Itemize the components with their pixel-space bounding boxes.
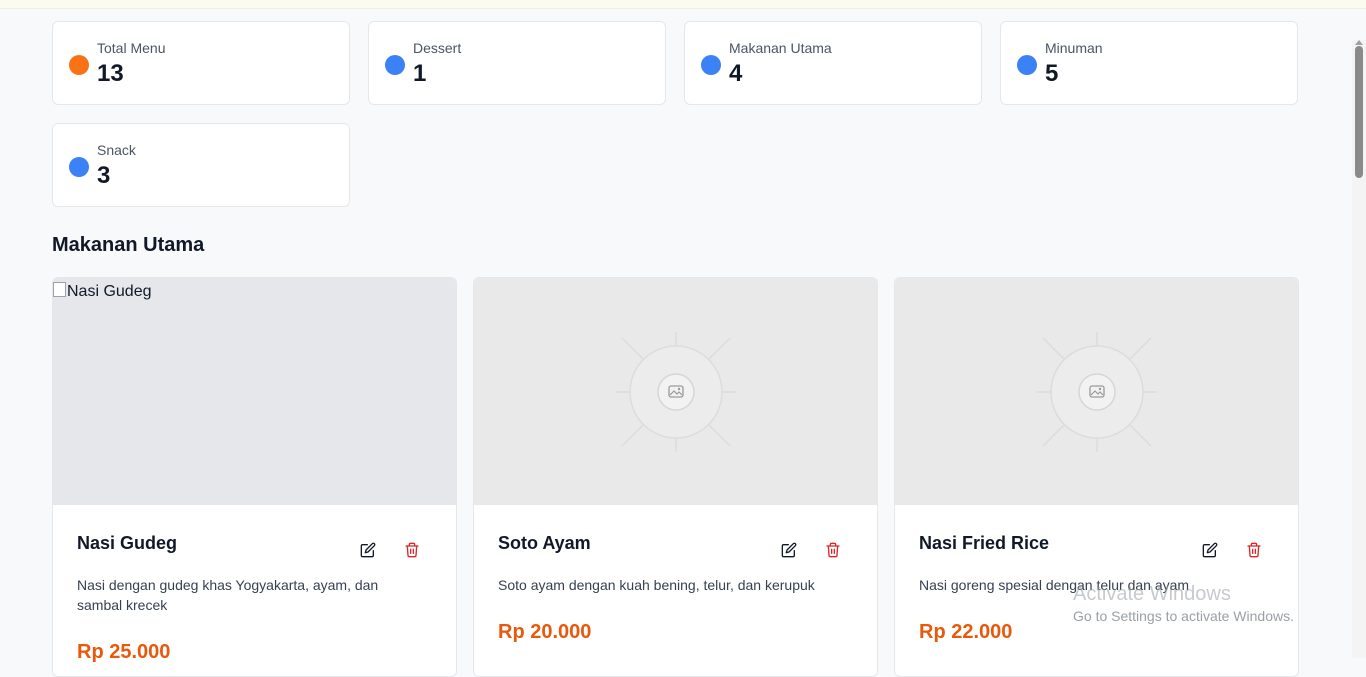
stat-label: Snack (97, 142, 136, 158)
edit-icon (781, 542, 797, 558)
stat-value: 5 (1045, 60, 1059, 87)
menu-item-description: Soto ayam dengan kuah bening, telur, dan… (498, 577, 815, 593)
broken-image-icon (53, 282, 66, 297)
edit-icon (360, 542, 376, 558)
menu-card-soto-ayam: Soto Ayam Soto ayam dengan kuah bening, … (473, 277, 878, 677)
menu-item-name: Nasi Fried Rice (919, 533, 1050, 553)
stat-label: Minuman (1045, 40, 1103, 56)
image-placeholder-icon (615, 331, 736, 452)
image-placeholder-icon (1036, 331, 1157, 452)
stat-value: 3 (97, 162, 111, 189)
stat-card-minuman: Minuman 5 (1000, 21, 1298, 105)
scrollbar[interactable] (1352, 40, 1366, 658)
menu-item-price: Rp 22.000 (919, 621, 1013, 643)
scroll-up-arrow-icon[interactable] (1355, 40, 1363, 45)
trash-icon (1247, 542, 1261, 558)
menu-item-description: Nasi dengan gudeg khas Yogyakarta, ayam,… (77, 577, 379, 613)
edit-button[interactable] (779, 540, 799, 560)
broken-image-alt: Nasi Gudeg (53, 282, 152, 301)
menu-item-name: Soto Ayam (498, 533, 591, 553)
edit-icon (1202, 542, 1218, 558)
menu-card-nasi-gudeg: Nasi Gudeg Nasi Gudeg Nasi dengan gudeg … (52, 277, 457, 677)
status-dot (385, 55, 405, 75)
stat-value: 1 (413, 60, 427, 87)
status-dot (69, 55, 89, 75)
top-strip (0, 0, 1366, 9)
stat-value: 4 (729, 60, 743, 87)
menu-item-name: Nasi Gudeg (77, 533, 178, 553)
delete-button[interactable] (823, 540, 843, 560)
menu-item-price: Rp 20.000 (498, 621, 592, 643)
menu-image-broken: Nasi Gudeg (53, 278, 456, 505)
delete-button[interactable] (402, 540, 422, 560)
delete-button[interactable] (1244, 540, 1264, 560)
stat-card-total-menu: Total Menu 13 (52, 21, 350, 105)
stat-label: Dessert (413, 40, 462, 56)
menu-card-nasi-fried-rice: Nasi Fried Rice Nasi goreng spesial deng… (894, 277, 1299, 677)
edit-button[interactable] (358, 540, 378, 560)
status-dot (701, 55, 721, 75)
menu-item-price: Rp 25.000 (77, 641, 171, 663)
menu-image-placeholder (895, 278, 1298, 505)
trash-icon (826, 542, 840, 558)
section-title: Makanan Utama (52, 234, 205, 256)
stat-card-snack: Snack 3 (52, 123, 350, 207)
image-alt-text: Nasi Gudeg (67, 283, 152, 300)
status-dot (69, 157, 89, 177)
menu-image-placeholder (474, 278, 877, 505)
trash-icon (405, 542, 419, 558)
menu-item-description: Nasi goreng spesial dengan telur dan aya… (919, 577, 1190, 593)
scrollbar-thumb[interactable] (1355, 46, 1363, 178)
status-dot (1017, 55, 1037, 75)
stat-value: 13 (97, 60, 124, 87)
stat-card-dessert: Dessert 1 (368, 21, 666, 105)
stat-label: Makanan Utama (729, 40, 832, 56)
edit-button[interactable] (1200, 540, 1220, 560)
stat-card-makanan-utama: Makanan Utama 4 (684, 21, 982, 105)
stat-label: Total Menu (97, 40, 166, 56)
